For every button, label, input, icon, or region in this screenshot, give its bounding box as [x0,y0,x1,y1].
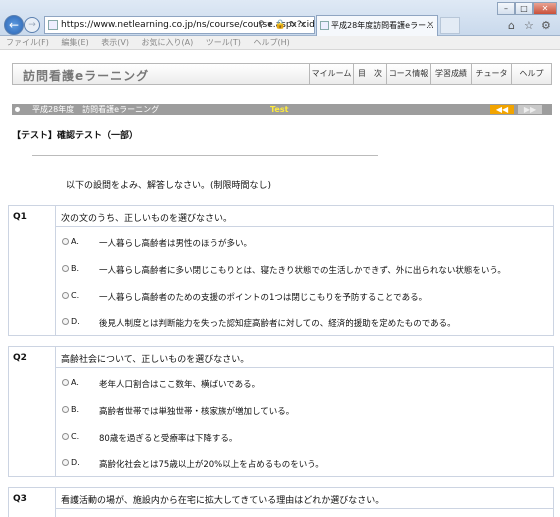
nav-grades[interactable]: 学習成績 [430,64,471,84]
site-logo[interactable]: 訪問看護eラーニング [23,67,149,84]
radio-button[interactable] [62,379,69,386]
option-text: 一人暮らし高齢者のための支援のポイントの1つは閉じこもりを予防することである。 [99,293,428,303]
option-q2-d[interactable]: D. 高齢化社会とは75歳以上が20%以上を占めるものをいう。 [62,458,553,486]
browser-titlebar: – □ ✕ ← → https://www.netlearning.co.jp/… [0,0,560,36]
back-button[interactable]: ← [4,15,24,35]
menu-view[interactable]: 表示(V) [101,38,129,47]
menu-help[interactable]: ヘルプ(H) [253,38,289,47]
option-label: A. [71,378,79,387]
nav-course-info[interactable]: コース情報 [386,64,430,84]
option-text: 一人暮らし高齢者に多い閉じこもりとは、寝たきり状態での生活しかできず、外に出られ… [99,266,506,276]
stop-icon[interactable]: × [299,20,307,30]
question-number: Q2 [9,347,56,476]
question-text: 看護活動の場が、施設内から在宅に拡大してきている理由はどれか選びなさい。 [56,488,553,509]
question-text: 次の文のうち、正しいものを選びなさい。 [56,206,553,227]
page-title: 【テスト】確認テスト（一部） [12,131,139,141]
divider [32,155,378,156]
option-q1-b[interactable]: B. 一人暮らし高齢者に多い閉じこもりとは、寝たきり状態での生活しかできず、外に… [62,264,553,292]
menu-edit[interactable]: 編集(E) [61,38,88,47]
option-label: D. [71,458,80,467]
option-q1-a[interactable]: A. 一人暮らし高齢者は男性のほうが多い。 [62,237,553,265]
home-icon[interactable]: ⌂ [508,19,515,32]
forward-button[interactable]: → [24,17,40,33]
radio-button[interactable] [62,406,69,413]
tab-close-icon[interactable]: × [426,16,434,35]
page-content: 訪問看護eラーニング マイルーム 目 次 コース情報 学習成績 チュータ ヘルプ… [0,51,560,517]
option-q1-d[interactable]: D. 後見人制度とは判断能力を失った認知症高齢者に対しての、経済的援助を定めたも… [62,317,553,345]
mode-label: Test [270,105,289,114]
option-label: B. [71,264,80,273]
back-arrow-icon: ← [8,18,20,32]
option-text: 後見人制度とは判断能力を失った認知症高齢者に対しての、経済的援助を定めたものであ… [99,319,456,329]
next-page-button[interactable]: ▶▶ [518,105,542,114]
menu-file[interactable]: ファイル(F) [6,38,49,47]
browser-menubar: ファイル(F) 編集(E) 表示(V) お気に入り(A) ツール(T) ヘルプ(… [0,36,560,50]
radio-button[interactable] [62,433,69,440]
tab-page-icon [320,21,329,30]
bullet-icon [15,107,20,112]
new-tab-button[interactable] [440,17,460,34]
option-label: D. [71,317,80,326]
nav-contents[interactable]: 目 次 [353,64,386,84]
search-icon[interactable]: ⚲ [258,20,265,30]
question-number: Q3 [9,488,56,517]
option-label: C. [71,291,80,300]
browser-tab[interactable]: 平成28年度訪問看護eラー... × [316,15,438,36]
site-header: 訪問看護eラーニング マイルーム 目 次 コース情報 学習成績 チュータ ヘルプ [12,63,552,85]
favorites-star-icon[interactable]: ☆ [524,19,534,32]
option-q2-b[interactable]: B. 高齢者世帯では単独世帯・核家族が増加している。 [62,405,553,433]
instruction-text: 以下の設問をよみ、解答しなさい。(制限時間なし) [66,181,272,191]
gear-icon[interactable]: ⚙ [541,19,551,32]
menu-favorites[interactable]: お気に入り(A) [142,38,194,47]
question-block-q1: Q1 次の文のうち、正しいものを選びなさい。 A. 一人暮らし高齢者は男性のほう… [8,205,554,336]
tab-title: 平成28年度訪問看護eラー... [331,21,434,30]
address-bar-icons: ⚲ ▾ 🔒 ↻ × [258,16,307,34]
close-window-button[interactable]: ✕ [533,2,557,15]
prev-page-button[interactable]: ◀◀ [490,105,514,114]
nav-myroom[interactable]: マイルーム [309,64,353,84]
radio-button[interactable] [62,459,69,466]
option-label: B. [71,405,80,414]
option-text: 高齢化社会とは75歳以上が20%以上を占めるものをいう。 [99,460,324,470]
nav-tutor[interactable]: チュータ [471,64,511,84]
page-icon [48,20,58,30]
option-label: A. [71,237,79,246]
question-block-q3: Q3 看護活動の場が、施設内から在宅に拡大してきている理由はどれか選びなさい。 [8,487,554,517]
option-text: 老年人口割合はここ数年、横ばいである。 [99,380,261,390]
lock-icon[interactable]: 🔒 [275,20,286,30]
question-number: Q1 [9,206,56,335]
option-text: 高齢者世帯では単独世帯・核家族が増加している。 [99,407,295,417]
option-q2-a[interactable]: A. 老年人口割合はここ数年、横ばいである。 [62,378,553,406]
radio-button[interactable] [62,292,69,299]
maximize-button[interactable]: □ [515,2,533,15]
radio-button[interactable] [62,265,69,272]
radio-button[interactable] [62,238,69,245]
nav-help[interactable]: ヘルプ [511,64,551,84]
forward-arrow-icon: → [28,20,36,30]
course-breadcrumb: 平成28年度 訪問看護eラーニング [32,105,160,114]
course-status-bar: 平成28年度 訪問看護eラーニング Test ◀◀ ▶▶ [12,104,552,115]
option-text: 一人暮らし高齢者は男性のほうが多い。 [99,239,253,249]
question-text: 高齢社会について、正しいものを選びなさい。 [56,347,553,368]
dropdown-icon[interactable]: ▾ [267,20,272,30]
menu-tools[interactable]: ツール(T) [206,38,241,47]
option-text: 80歳を過ぎると受療率は下降する。 [99,434,238,444]
radio-button[interactable] [62,318,69,325]
option-q2-c[interactable]: C. 80歳を過ぎると受療率は下降する。 [62,432,553,460]
question-block-q2: Q2 高齢社会について、正しいものを選びなさい。 A. 老年人口割合はここ数年、… [8,346,554,477]
refresh-icon[interactable]: ↻ [289,20,297,30]
top-nav: マイルーム 目 次 コース情報 学習成績 チュータ ヘルプ [309,64,551,84]
minimize-button[interactable]: – [497,2,515,15]
option-label: C. [71,432,80,441]
option-q1-c[interactable]: C. 一人暮らし高齢者のための支援のポイントの1つは閉じこもりを予防することであ… [62,291,553,319]
